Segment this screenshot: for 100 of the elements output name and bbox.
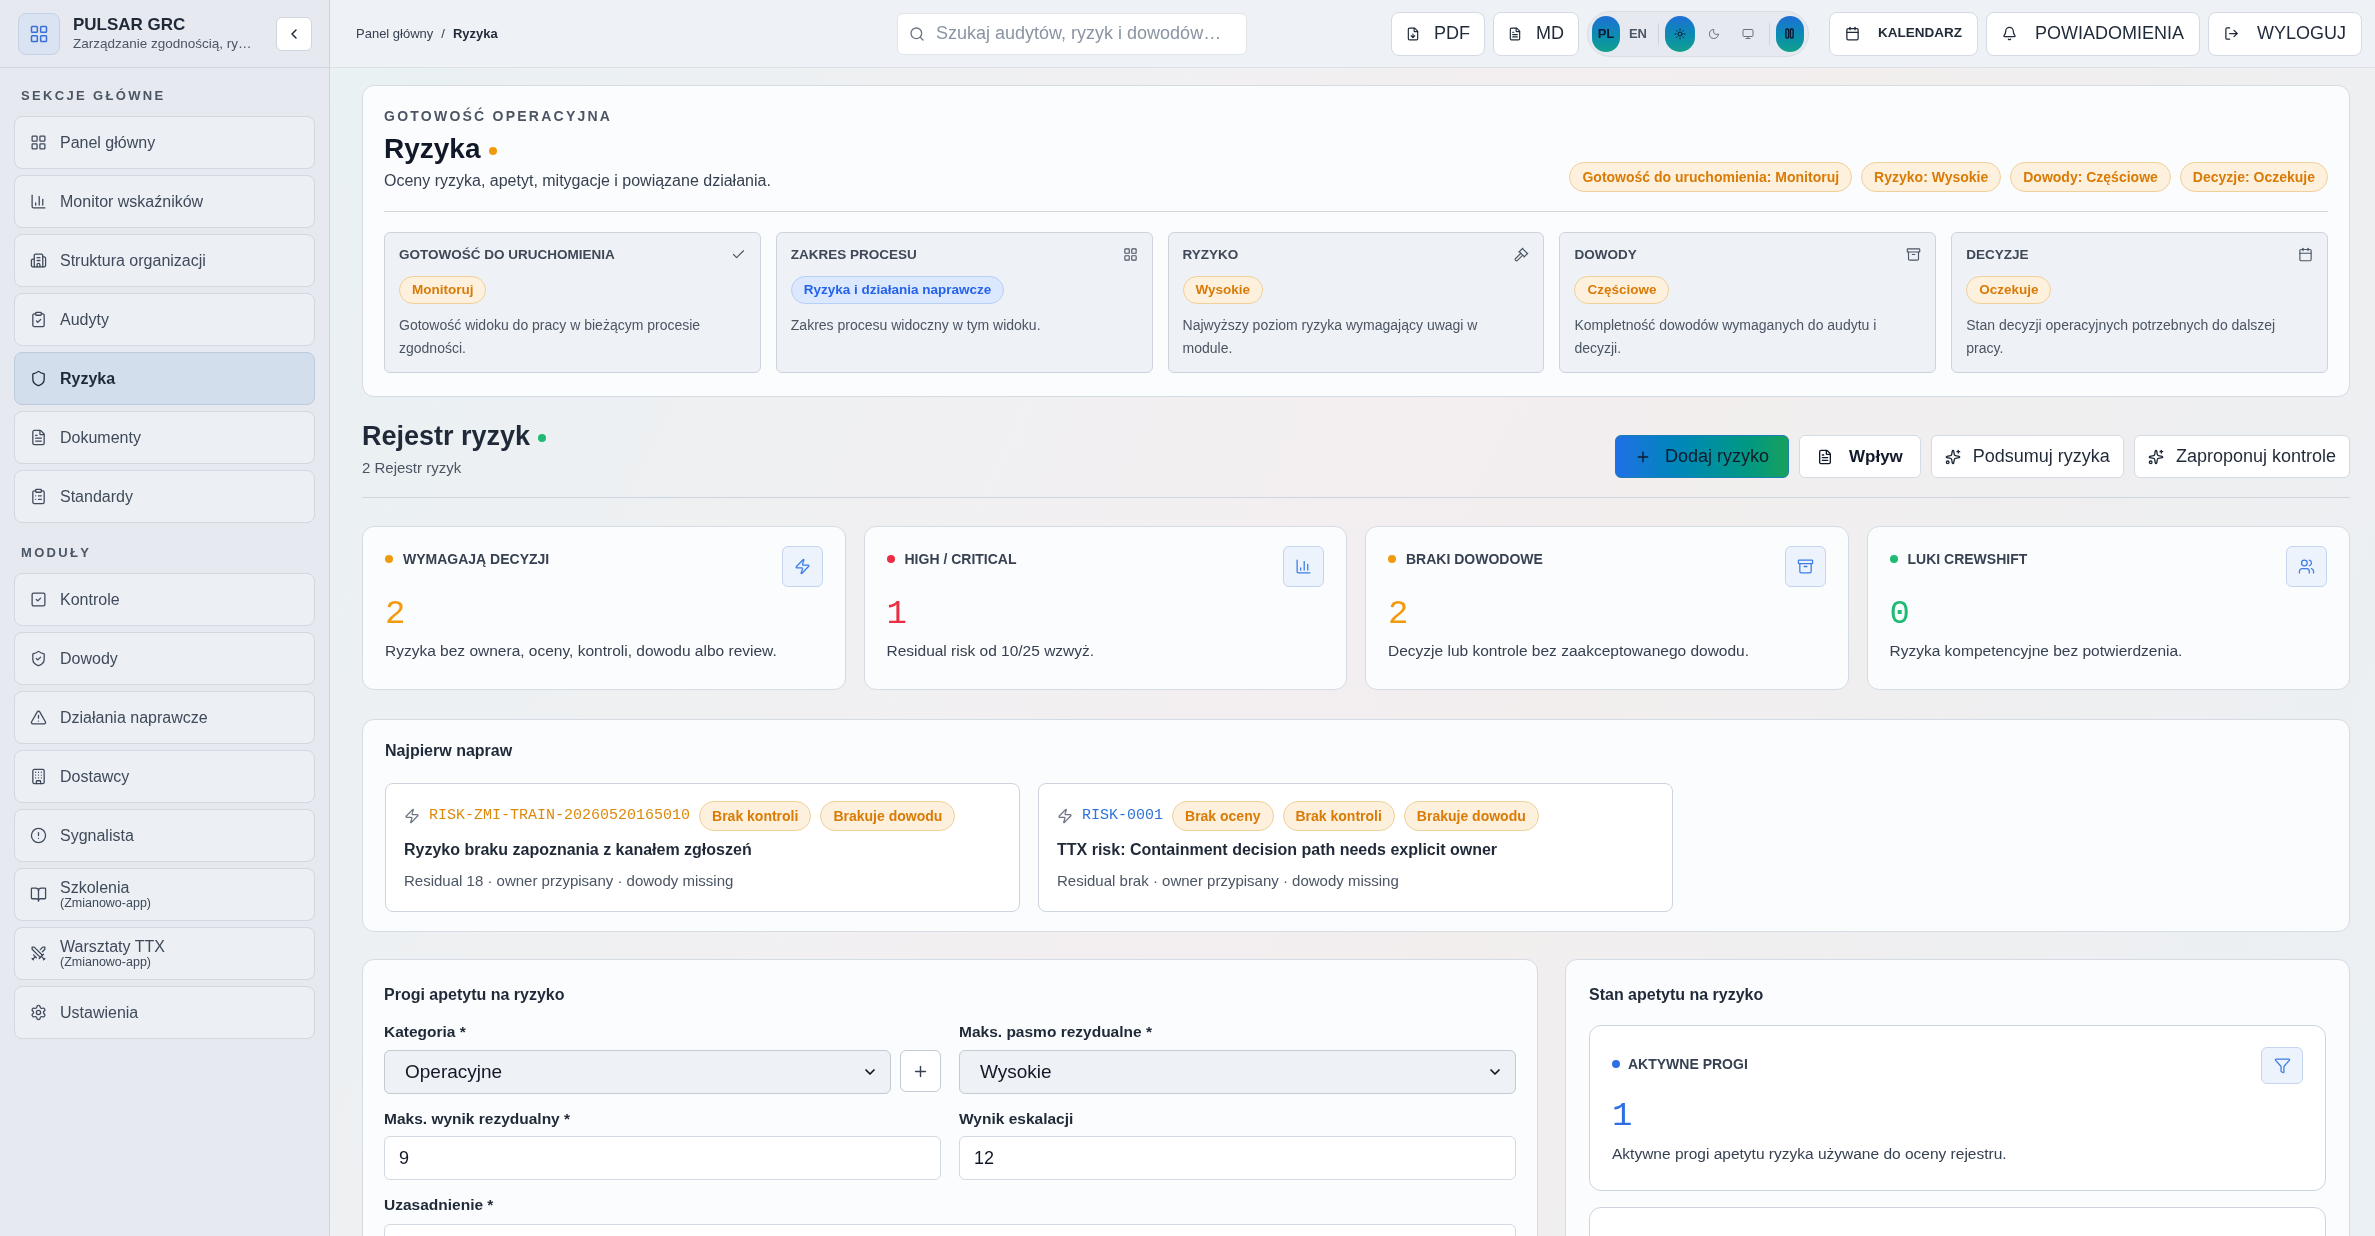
sparkle-icon <box>1944 448 1961 465</box>
stat-value: 0 <box>1889 594 1911 634</box>
field-label: Maks. pasmo rezydualne * <box>959 1022 1153 1042</box>
stat-value: 2 <box>385 594 407 634</box>
shield-icon <box>30 370 47 387</box>
search-icon <box>909 25 925 42</box>
stat-value: 1 <box>886 594 908 634</box>
collapse-button[interactable] <box>276 16 312 51</box>
clipboard-list-icon <box>30 488 47 505</box>
export-button[interactable]: PDF <box>1390 11 1485 56</box>
select-field[interactable]: Operacyjne <box>384 1050 891 1094</box>
nav-item[interactable]: Sygnalista <box>14 809 315 862</box>
tile-description: Gotowość widoku do pracy w bieżącym procesie zgodności. <box>399 316 702 358</box>
status-badge: Wysokie <box>1182 276 1264 304</box>
tile-title: GOTOWOŚĆ DO URUCHOMIENIA <box>399 246 615 263</box>
breadcrumb-link[interactable]: Panel główny <box>356 23 434 44</box>
document-icon <box>1817 448 1833 465</box>
section-subtitle: 2 Rejestr ryzyk <box>362 458 463 478</box>
add-risk-button[interactable]: Dodaj ryzyko <box>1614 435 1789 478</box>
nav-item[interactable]: Audyty <box>14 293 315 346</box>
columns-icon <box>1785 28 1795 39</box>
ai-action-button[interactable]: Zaproponuj kontrole <box>2133 435 2350 478</box>
risk-card[interactable]: RISK-ZMI-TRAIN-20260520165010 Brak kontroli Brakuje dowodu Ryzyko braku zapoznania z kanałem zgłoszeń Residual 18 · owner przypisany · dowody missing <box>385 783 1020 912</box>
users-icon <box>2286 546 2327 587</box>
card-title: Najpierw napraw <box>385 741 514 761</box>
status-badge: Gotowość do uruchomienia: Monitoruj <box>1569 162 1853 192</box>
field-label: Uzasadnienie * <box>384 1195 495 1215</box>
export-button[interactable]: MD <box>1492 11 1579 56</box>
section-title: Rejestr ryzyk <box>362 420 531 453</box>
tile-title: DECYZJE <box>1966 246 2029 263</box>
field-label: Wynik eskalacji <box>959 1109 1075 1129</box>
document-icon <box>1507 26 1522 41</box>
header-action-button[interactable]: WYLOGUJ <box>2208 11 2362 56</box>
nav-item[interactable]: Monitor wskaźników <box>14 175 315 228</box>
book-icon <box>30 886 47 903</box>
issue-badge: Brakuje dowodu <box>1403 801 1539 831</box>
add-button[interactable] <box>900 1050 941 1092</box>
nav-item[interactable]: Dostawcy <box>14 750 315 803</box>
nav-item[interactable]: Ryzyka <box>14 352 315 405</box>
card-title: Stan apetytu na ryzyko <box>1589 985 1765 1005</box>
ai-action-button[interactable]: Podsumuj ryzyka <box>1930 435 2124 478</box>
page-subtitle: Oceny ryzyka, apetyt, mitygacje i powiązane działania. <box>384 171 771 191</box>
nav-item[interactable]: Standardy <box>14 470 315 523</box>
stat-value: 2 <box>1388 594 1410 634</box>
lightning-icon <box>404 808 420 824</box>
stat-label: HIGH / CRITICAL <box>904 550 1017 568</box>
stat-label: WYMAGAJĄ DECYZJI <box>403 550 550 568</box>
settings-icon <box>30 1004 47 1021</box>
stat-description: Ryzyka bez ownera, oceny, kontroli, dowodu albo review. <box>385 641 778 661</box>
gavel-icon <box>1514 247 1530 262</box>
impact-button[interactable]: Wpływ <box>1799 435 1921 478</box>
stat-description: Decyzje lub kontrole bez zaakceptowanego dowodu. <box>1388 641 1751 661</box>
tile-description: Zakres procesu widoczny w tym widoku. <box>790 316 1042 335</box>
language-option[interactable]: EN <box>1623 15 1652 52</box>
header-action-button[interactable]: KALENDARZ <box>1828 11 1978 56</box>
status-badge: Ryzyka i działania naprawcze <box>790 276 1005 304</box>
field-label: Kategoria * <box>384 1022 467 1042</box>
input-field[interactable]: 12 <box>959 1136 1516 1180</box>
nav-item[interactable]: Warsztaty TTX (Zmianowo-app) <box>14 927 315 980</box>
metric-description: Aktywne progi apetytu ryzyka używane do oceny rejestru. <box>1612 1144 2008 1164</box>
calendar-icon <box>1844 26 1860 41</box>
archive-icon <box>1906 247 1922 262</box>
crossed-swords-icon <box>30 945 47 962</box>
risk-id: RISK-ZMI-TRAIN-20260520165010 <box>429 805 691 826</box>
building-icon <box>30 252 47 269</box>
issue-badge: Brak oceny <box>1172 801 1274 831</box>
layout-toggle[interactable] <box>1775 15 1804 52</box>
status-badge: Częściowe <box>1574 276 1670 304</box>
header-action-button[interactable]: POWIADOMIENIA <box>1985 11 2200 56</box>
bell-icon <box>2001 26 2017 41</box>
risk-meta: Residual brak · owner przypisany · dowody missing <box>1057 871 1400 891</box>
tile-description: Kompletność dowodów wymaganych do audytu i decyzji. <box>1574 316 1878 358</box>
language-option[interactable]: PL <box>1591 15 1620 52</box>
nav-item[interactable]: Szkolenia (Zmianowo-app) <box>14 868 315 921</box>
input-field[interactable]: 9 <box>384 1136 941 1180</box>
risk-card[interactable]: RISK-0001 Brak oceny Brak kontroli Brakuje dowodu TTX risk: Containment decision path needs explicit owner Residual brak · owner przypisany · dowody missing <box>1038 783 1673 912</box>
stat-label: BRAKI DOWODOWE <box>1406 550 1543 568</box>
select-field[interactable]: Wysokie <box>959 1050 1516 1094</box>
breadcrumb-separator: / <box>441 24 445 43</box>
tile-title: RYZYKO <box>1182 246 1239 263</box>
risk-id: RISK-0001 <box>1082 805 1163 826</box>
issue-badge: Brak kontroli <box>699 801 812 831</box>
section-heading: MODUŁY <box>20 544 93 562</box>
risk-title: Ryzyko braku zapoznania z kanałem zgłoszeń <box>404 840 753 860</box>
metric-value: 1 <box>1612 1096 1634 1136</box>
nav-item[interactable]: Panel główny <box>14 116 315 169</box>
stat-description: Residual risk od 10/25 wzwyż. <box>886 641 1096 661</box>
nav-item[interactable]: Dokumenty <box>14 411 315 464</box>
nav-item[interactable]: Struktura organizacji <box>14 234 315 287</box>
tile-description: Stan decyzji operacyjnych potrzebnych do dalszej pracy. <box>1966 316 2277 358</box>
building-icon <box>30 768 47 785</box>
tile-title: DOWODY <box>1574 246 1637 263</box>
status-badge: Oczekuje <box>1966 276 2052 304</box>
nav-item[interactable]: Działania naprawcze <box>14 691 315 744</box>
search-field[interactable]: Szukaj audytów, ryzyk i dowodów… <box>897 12 1247 55</box>
nav-item[interactable]: Ustawienia <box>14 986 315 1039</box>
risk-title: TTX risk: Containment decision path needs explicit owner <box>1057 840 1499 860</box>
nav-item[interactable]: Dowody <box>14 632 315 685</box>
nav-item[interactable]: Kontrole <box>14 573 315 626</box>
theme-option[interactable] <box>1664 15 1695 52</box>
